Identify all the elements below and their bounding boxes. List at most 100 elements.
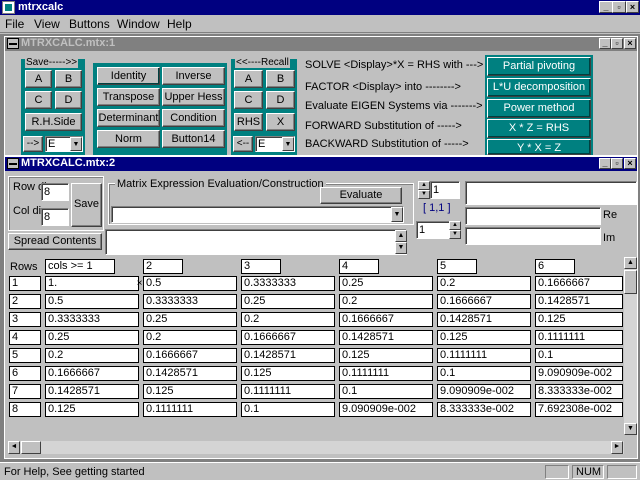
window1-maximize-button[interactable]: ▫	[611, 38, 623, 49]
matrix-cell[interactable]: 0.1	[535, 348, 623, 363]
imag-part-input[interactable]	[465, 227, 601, 245]
matrix-cell[interactable]: 0.125	[437, 330, 531, 345]
window2-title-bar[interactable]: MTRXCALC.mtx:2 _ ▫ ×	[5, 157, 637, 171]
menu-view[interactable]: View	[34, 17, 60, 31]
matrix-cell[interactable]: 0.1111111	[437, 348, 531, 363]
vertical-scrollbar[interactable]: ▲ ▼	[624, 257, 637, 435]
backward-substitution-button[interactable]: Y * X = Z	[487, 139, 591, 155]
expression-combo[interactable]: ▼	[111, 206, 404, 223]
recall-d-button[interactable]: D	[266, 91, 295, 109]
inverse-button[interactable]: Inverse	[162, 67, 225, 85]
scroll-up-icon[interactable]: ▲	[395, 230, 407, 242]
save-b-button[interactable]: B	[55, 70, 82, 88]
matrix-cell[interactable]: 0.1428571	[143, 366, 237, 381]
spread-contents-button[interactable]: Spread Contents	[8, 233, 102, 250]
matrix-cell[interactable]: 0.25	[143, 312, 237, 327]
matrix-cell[interactable]: 0.5	[143, 276, 237, 291]
recall-source-combo[interactable]: E ▼	[255, 136, 295, 152]
matrix-cell[interactable]: 0.125	[45, 402, 139, 417]
power-method-button[interactable]: Power method	[487, 99, 591, 118]
menu-window[interactable]: Window	[117, 17, 160, 31]
recall-b-button[interactable]: B	[266, 70, 295, 88]
chevron-down-icon[interactable]: ▼	[70, 137, 82, 151]
matrix-cell[interactable]: 1.	[45, 276, 139, 291]
recall-a-button[interactable]: A	[234, 70, 263, 88]
close-button[interactable]: ×	[626, 1, 639, 13]
recall-x-button[interactable]: X	[266, 113, 295, 131]
window1-close-button[interactable]: ×	[624, 38, 636, 49]
save-d-button[interactable]: D	[55, 91, 82, 109]
matrix-cell[interactable]: 0.125	[143, 384, 237, 399]
matrix-cell[interactable]: 0.1428571	[45, 384, 139, 399]
save-a-button[interactable]: A	[25, 70, 52, 88]
matrix-cell[interactable]: 0.1	[241, 402, 335, 417]
row-dimn-input[interactable]: 8	[41, 183, 69, 201]
spin-down-icon[interactable]: ▼	[418, 190, 430, 199]
vertical-scroll-thumb[interactable]	[624, 270, 637, 294]
menu-help[interactable]: Help	[167, 17, 192, 31]
matrix-cell[interactable]: 0.125	[535, 312, 623, 327]
matrix-cell[interactable]: 0.1428571	[241, 348, 335, 363]
matrix-cell[interactable]: 8.333333e-002	[437, 402, 531, 417]
menu-file[interactable]: File	[5, 17, 24, 31]
window1-menu-icon[interactable]	[7, 38, 19, 49]
matrix-cell[interactable]: 9.090909e-002	[339, 402, 433, 417]
col-dimn-input[interactable]: 8	[41, 208, 69, 226]
matrix-cell[interactable]: 0.1	[339, 384, 433, 399]
real-part-input[interactable]	[465, 207, 601, 225]
matrix-cell[interactable]: 0.1666667	[143, 348, 237, 363]
minimize-button[interactable]: _	[599, 1, 613, 13]
scroll-right-icon[interactable]: ►	[611, 441, 623, 454]
matrix-cell[interactable]: 9.090909e-002	[535, 366, 623, 381]
save-arrow-button[interactable]: -->	[23, 136, 43, 152]
chevron-down-icon[interactable]: ▼	[282, 137, 294, 151]
evaluate-button[interactable]: Evaluate	[320, 187, 402, 204]
determinant-button[interactable]: Determinant	[97, 109, 160, 127]
matrix-cell[interactable]: 0.2	[339, 294, 433, 309]
app-icon[interactable]	[2, 1, 15, 14]
matrix-cell[interactable]: 0.1428571	[535, 294, 623, 309]
save-c-button[interactable]: C	[25, 91, 52, 109]
chevron-down-icon[interactable]: ▼	[391, 207, 403, 222]
matrix-cell[interactable]: 0.1111111	[143, 402, 237, 417]
matrix-cell[interactable]: 0.1111111	[241, 384, 335, 399]
norm-button[interactable]: Norm	[97, 130, 160, 148]
dimension-save-button[interactable]: Save	[71, 183, 102, 227]
row-index-input[interactable]: 1	[430, 181, 460, 199]
scroll-down-icon[interactable]: ▼	[624, 423, 637, 435]
menu-buttons[interactable]: Buttons	[69, 17, 110, 31]
matrix-cell[interactable]: 0.1666667	[437, 294, 531, 309]
window1-title-bar[interactable]: MTRXCALC.mtx:1 _ ▫ ×	[5, 37, 637, 51]
matrix-cell[interactable]: 0.1666667	[45, 366, 139, 381]
matrix-cell[interactable]: 0.5	[45, 294, 139, 309]
matrix-cell[interactable]: 0.25	[45, 330, 139, 345]
matrix-cell[interactable]: 7.692308e-002	[535, 402, 623, 417]
matrix-cell[interactable]: 0.1111111	[535, 330, 623, 345]
matrix-cell[interactable]: 0.125	[339, 348, 433, 363]
recall-rhs-button[interactable]: RHS	[234, 113, 263, 131]
horizontal-scrollbar[interactable]: ◄ ►	[8, 441, 624, 454]
matrix-cell[interactable]: 0.3333333	[143, 294, 237, 309]
window2-minimize-button[interactable]: _	[599, 158, 611, 169]
matrix-cell[interactable]: 0.2	[143, 330, 237, 345]
window2-menu-icon[interactable]	[7, 158, 19, 169]
condition-button[interactable]: Condition	[162, 109, 225, 127]
lu-decomposition-button[interactable]: L*U decomposition	[487, 78, 591, 97]
upper-hess-button[interactable]: Upper Hess	[162, 88, 225, 106]
matrix-cell[interactable]: 0.3333333	[241, 276, 335, 291]
button14-button[interactable]: Button14	[162, 130, 225, 148]
recall-c-button[interactable]: C	[234, 91, 263, 109]
partial-pivoting-button[interactable]: Partial pivoting	[487, 57, 591, 76]
window1-minimize-button[interactable]: _	[599, 38, 611, 49]
window2-maximize-button[interactable]: ▫	[611, 158, 623, 169]
horizontal-scroll-thumb[interactable]	[21, 441, 41, 454]
matrix-cell[interactable]: 0.1666667	[339, 312, 433, 327]
matrix-cell[interactable]: 0.1666667	[535, 276, 623, 291]
window2-close-button[interactable]: ×	[624, 158, 636, 169]
spin-up-icon[interactable]: ▲	[418, 181, 430, 190]
scroll-down-icon[interactable]: ▼	[395, 242, 407, 254]
maximize-button[interactable]: ▫	[612, 1, 626, 13]
spread-contents-field[interactable]	[105, 229, 407, 255]
scroll-left-icon[interactable]: ◄	[8, 441, 20, 454]
spin-up-icon[interactable]: ▲	[449, 221, 461, 230]
